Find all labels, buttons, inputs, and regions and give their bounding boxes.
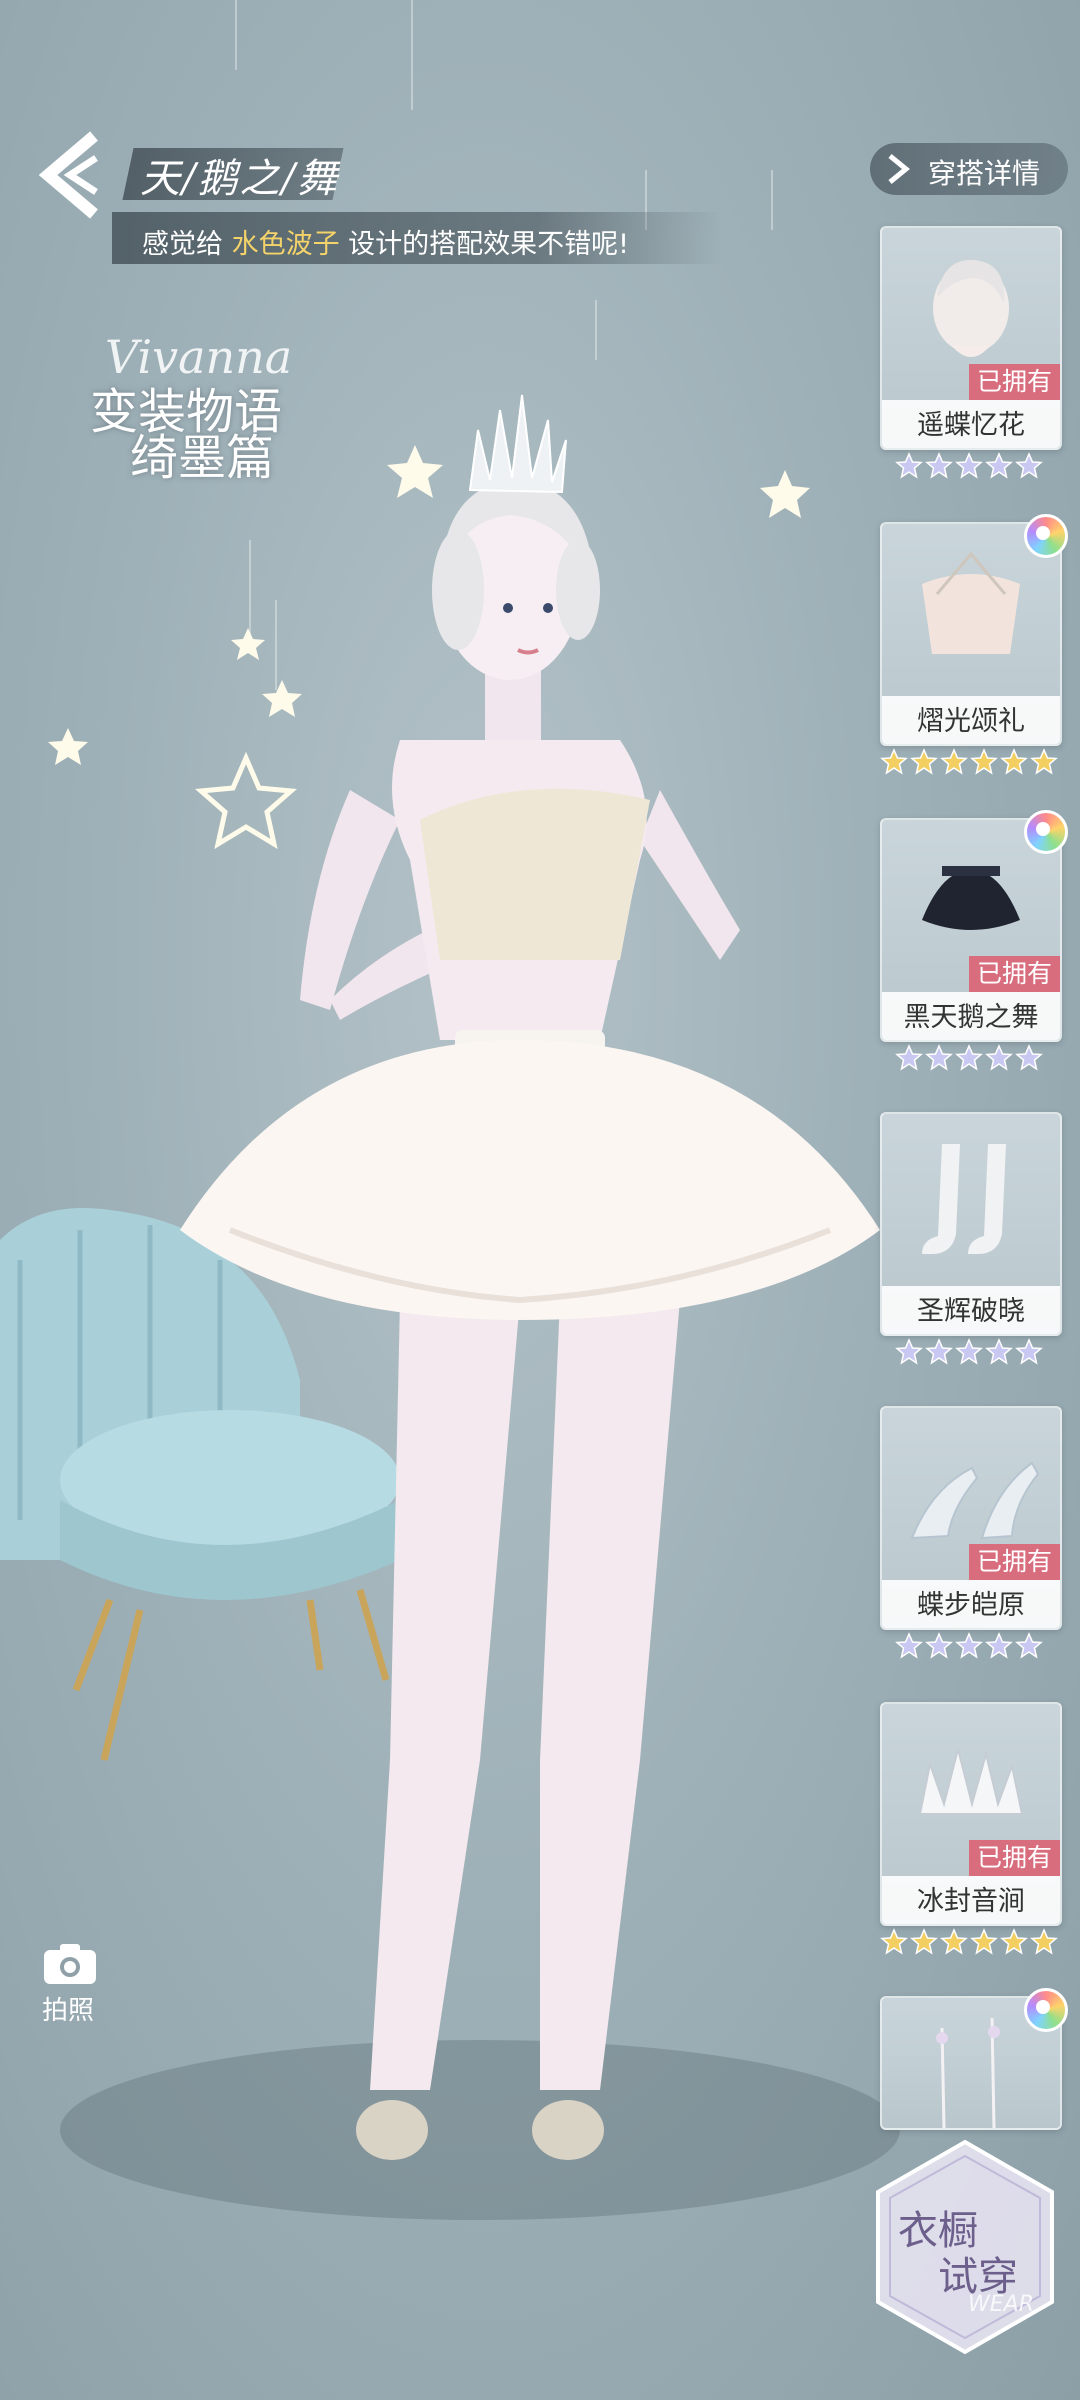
rarity-stars: [878, 452, 1060, 484]
color-variant-icon: [1024, 810, 1068, 854]
star-icon: [910, 1928, 938, 1955]
owned-badge: 已拥有: [968, 1544, 1060, 1580]
star-icon: [925, 452, 953, 479]
rarity-stars: [878, 748, 1060, 780]
star-icon: [880, 1928, 908, 1955]
owned-badge: 已拥有: [968, 956, 1060, 992]
item-card-skirt[interactable]: 已拥有 黑天鹅之舞: [880, 818, 1062, 1042]
star-icon: [895, 452, 923, 479]
outfit-title: 天/鹅之/舞: [140, 156, 339, 202]
star-icon: [880, 748, 908, 775]
star-icon: [895, 1338, 923, 1365]
owned-badge: 已拥有: [968, 364, 1060, 400]
designer-name: 水色波子: [231, 229, 340, 260]
comment-prefix: 感觉给: [142, 229, 232, 260]
star-icon: [955, 452, 983, 479]
star-icon: [985, 1044, 1013, 1071]
back-arrow-icon[interactable]: [36, 130, 106, 220]
star-icon: [955, 1044, 983, 1071]
star-icon: [910, 748, 938, 775]
star-icon: [1030, 1928, 1058, 1955]
star-icon: [955, 1338, 983, 1365]
star-icon: [895, 1632, 923, 1659]
rarity-stars: [878, 1338, 1060, 1370]
wardrobe-sub: WEAR: [968, 2292, 1034, 2317]
outfit-comment: 感觉给 水色波子 设计的搭配效果不错呢!: [142, 222, 629, 261]
character-model: [180, 394, 880, 2160]
item-name: 冰封音涧: [917, 1886, 1025, 1917]
item-card-hair[interactable]: 已拥有 遥蝶忆花: [880, 226, 1062, 450]
color-variant-icon: [1024, 514, 1068, 558]
item-name: 黑天鹅之舞: [903, 1002, 1039, 1033]
owned-badge: 已拥有: [968, 1840, 1060, 1876]
star-icon: [1000, 748, 1028, 775]
star-icon: [985, 452, 1013, 479]
star-icon: [970, 748, 998, 775]
item-card-crown[interactable]: 已拥有 冰封音涧: [880, 1702, 1062, 1926]
rarity-stars: [878, 1044, 1060, 1076]
camera-icon[interactable]: [42, 1942, 98, 1986]
logo-line2: 绮墨篇: [130, 430, 275, 486]
star-icon: [925, 1632, 953, 1659]
chevron-right-icon: [888, 154, 910, 184]
rarity-stars: [878, 1632, 1060, 1664]
star-icon: [1015, 1044, 1043, 1071]
star-icon: [925, 1044, 953, 1071]
item-card-stockings[interactable]: 圣辉破晓: [880, 1112, 1062, 1336]
star-icon: [895, 1044, 923, 1071]
star-icon: [1000, 1928, 1028, 1955]
outfit-detail-label: 穿搭详情: [928, 157, 1041, 190]
stockings-icon: [922, 1144, 1006, 1254]
star-icon: [1015, 1338, 1043, 1365]
item-card-shoes[interactable]: 已拥有 蝶步皑原: [880, 1406, 1062, 1630]
camera-label: 拍照: [42, 1996, 95, 2026]
item-card-top[interactable]: 熠光颂礼: [880, 522, 1062, 746]
star-icon: [985, 1338, 1013, 1365]
color-variant-icon: [1024, 1988, 1068, 2032]
rarity-stars: [878, 1928, 1060, 1960]
star-icon: [925, 1338, 953, 1365]
comment-suffix: 设计的搭配效果不错呢!: [339, 229, 629, 260]
star-icon: [985, 1632, 1013, 1659]
star-icon: [940, 748, 968, 775]
star-icon: [970, 1928, 998, 1955]
star-icon: [1015, 1632, 1043, 1659]
item-name: 熠光颂礼: [917, 706, 1025, 737]
star-icon: [1030, 748, 1058, 775]
item-name: 遥蝶忆花: [917, 410, 1025, 441]
star-icon: [955, 1632, 983, 1659]
item-name: 圣辉破晓: [917, 1296, 1025, 1327]
item-name: 蝶步皑原: [917, 1590, 1025, 1621]
star-icon: [940, 1928, 968, 1955]
star-icon: [1015, 452, 1043, 479]
